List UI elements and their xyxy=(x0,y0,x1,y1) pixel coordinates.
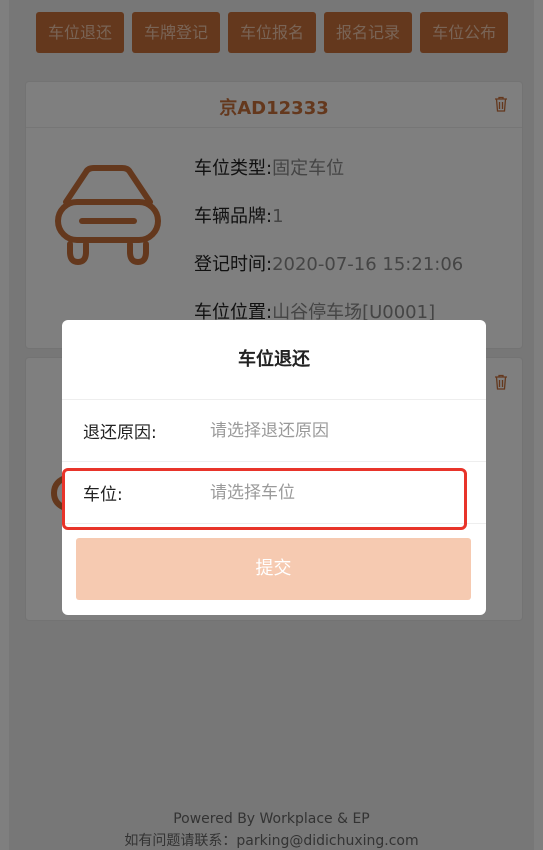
dialog-title: 车位退还 xyxy=(62,320,486,400)
spot-label: 车位: xyxy=(83,485,123,505)
spot-field[interactable]: 车位: xyxy=(62,462,486,524)
reason-label: 退还原因: xyxy=(83,423,157,443)
reason-field[interactable]: 退还原因: xyxy=(62,400,486,462)
spot-select[interactable] xyxy=(210,482,450,503)
reason-select[interactable] xyxy=(210,420,450,441)
return-spot-dialog: 车位退还 退还原因: 车位: 提交 xyxy=(62,320,486,615)
submit-button[interactable]: 提交 xyxy=(76,538,471,600)
